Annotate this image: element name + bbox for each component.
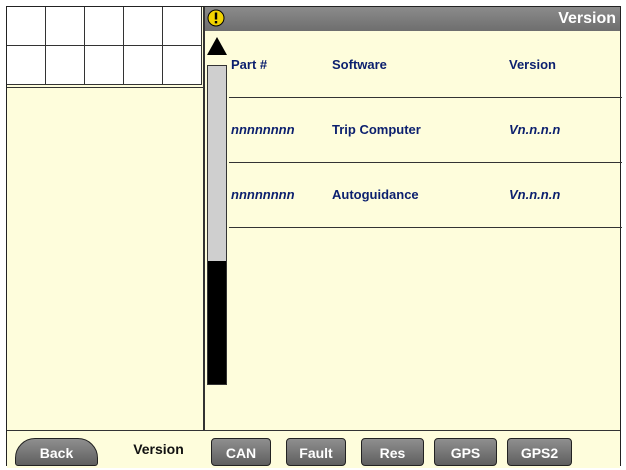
header-part: Part # xyxy=(231,57,268,72)
software-name: Autoguidance xyxy=(332,187,419,202)
tab-res[interactable]: Res xyxy=(361,438,424,466)
header-software: Software xyxy=(332,57,387,72)
grid-cell[interactable] xyxy=(124,7,163,46)
scrollbar[interactable] xyxy=(207,37,227,387)
tab-fault[interactable]: Fault xyxy=(286,438,346,466)
shortcut-grid xyxy=(7,7,203,88)
display-frame: Version Part # Software Version nnnnnnnn… xyxy=(6,6,622,468)
grid-cell[interactable] xyxy=(85,46,124,85)
tab-version[interactable]: Version xyxy=(120,431,197,468)
grid-cell[interactable] xyxy=(46,7,85,46)
panel-divider xyxy=(203,7,205,430)
grid-cell[interactable] xyxy=(163,7,202,46)
up-arrow-icon[interactable] xyxy=(207,37,227,55)
grid-cell[interactable] xyxy=(85,7,124,46)
grid-cell[interactable] xyxy=(7,7,46,46)
grid-cell[interactable] xyxy=(124,46,163,85)
part-number: nnnnnnnn xyxy=(231,122,295,137)
back-button[interactable]: Back xyxy=(15,438,98,466)
version-table: Part # Software Version nnnnnnnn Trip Co… xyxy=(229,33,622,228)
header-version: Version xyxy=(509,57,556,72)
part-number: nnnnnnnn xyxy=(231,187,295,202)
tab-can[interactable]: CAN xyxy=(211,438,271,466)
version-value: Vn.n.n.n xyxy=(509,122,561,137)
grid-cell[interactable] xyxy=(163,46,202,85)
software-name: Trip Computer xyxy=(332,122,421,137)
grid-cell[interactable] xyxy=(46,46,85,85)
table-header-row: Part # Software Version xyxy=(229,33,622,98)
table-row: nnnnnnnn Autoguidance Vn.n.n.n xyxy=(229,163,622,228)
tab-gps2[interactable]: GPS2 xyxy=(507,438,572,466)
tab-bar: Back Version CAN Fault Res GPS GPS2 xyxy=(7,430,620,468)
warning-icon xyxy=(207,9,225,27)
page-header: Version xyxy=(205,7,620,31)
page-title: Version xyxy=(558,10,616,27)
scroll-thumb[interactable] xyxy=(208,261,226,384)
table-row: nnnnnnnn Trip Computer Vn.n.n.n xyxy=(229,98,622,163)
grid-cell[interactable] xyxy=(7,46,46,85)
version-value: Vn.n.n.n xyxy=(509,187,561,202)
tab-gps[interactable]: GPS xyxy=(434,438,497,466)
scroll-track[interactable] xyxy=(207,65,227,385)
